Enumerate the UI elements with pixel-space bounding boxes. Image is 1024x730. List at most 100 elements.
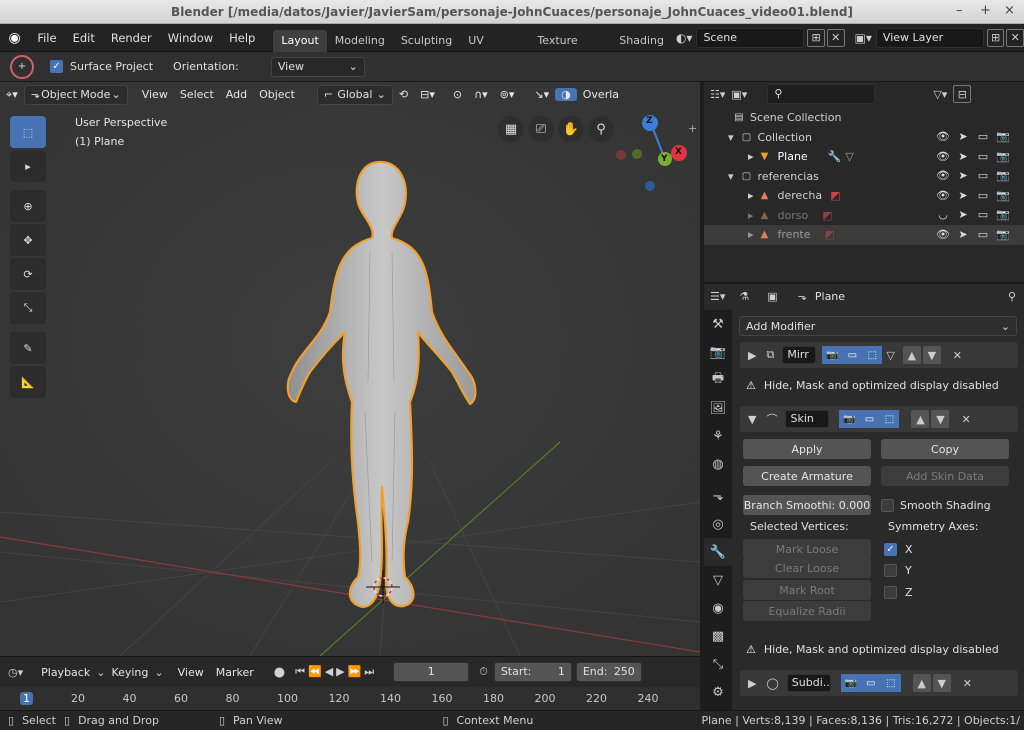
mark-loose-button[interactable]: Mark Loose	[743, 539, 871, 559]
particles-tab-icon[interactable]: ⚙	[704, 678, 732, 706]
symmetry-y-checkbox[interactable]	[884, 563, 897, 577]
object-data-icon[interactable]: ⚗	[739, 290, 749, 303]
eye-icon[interactable]: 👁	[936, 130, 950, 143]
smooth-shading-option[interactable]: Smooth Shading	[881, 495, 991, 515]
current-frame-marker[interactable]: 1	[20, 692, 33, 705]
camera-icon[interactable]: 📷	[996, 130, 1010, 143]
move-tool-button[interactable]: ✥	[10, 224, 46, 256]
annotate-tool-button[interactable]: ✎	[10, 332, 46, 364]
transform-orientation-dropdown[interactable]: ⌐ Global ⌄	[316, 84, 393, 105]
start-frame-field[interactable]: Start: 1	[493, 662, 572, 682]
expand-right-icon[interactable]: ▸	[748, 228, 754, 241]
record-icon[interactable]: ●	[274, 665, 285, 680]
camera-icon[interactable]: 📷	[996, 228, 1010, 241]
select-arrow-icon[interactable]: ➤	[956, 130, 970, 143]
monitor-icon[interactable]: ▭	[976, 208, 990, 221]
add-modifier-dropdown[interactable]: Add Modifier ⌄	[739, 316, 1017, 336]
outliner-type-icon[interactable]: ☷▾	[710, 88, 725, 101]
constraints-tab-icon[interactable]: ⤡	[704, 650, 732, 678]
symmetry-y-option[interactable]: Y	[884, 561, 912, 579]
branch-smoothing-field[interactable]: Branch Smoothi: 0.000	[743, 495, 871, 515]
expand-down-icon[interactable]: ▾	[728, 131, 734, 144]
minimize-button[interactable]: –	[956, 3, 963, 18]
monitor-icon[interactable]: ▭	[976, 169, 990, 182]
select-arrow-icon[interactable]: ➤	[956, 169, 970, 182]
mode-dropdown[interactable]: ⬎ Object Mode ⌄	[23, 84, 128, 105]
overlays-icon[interactable]: ◑	[555, 88, 577, 101]
box-select-button[interactable]: ▸	[10, 150, 46, 182]
rotate-tool-button[interactable]: ⟳	[10, 258, 46, 290]
menu-object[interactable]: Object	[253, 88, 301, 101]
smooth-shading-checkbox[interactable]	[881, 498, 894, 512]
monitor-icon[interactable]: ▭	[976, 150, 990, 163]
properties-type-icon[interactable]: ☰▾	[710, 290, 725, 303]
scene-field[interactable]: Scene	[696, 27, 805, 48]
playback-controls[interactable]: ⏮⏪◀▶⏩⏭	[295, 665, 377, 679]
new-collection-icon[interactable]: ⊟	[953, 85, 972, 103]
render-tab-icon[interactable]: 📷	[704, 338, 732, 366]
scale-tool-button[interactable]: ⤡	[10, 292, 46, 324]
skin-name-field[interactable]: Skin	[785, 410, 830, 428]
overlays-label[interactable]: Overla	[577, 88, 625, 101]
camera-icon[interactable]: 📷	[996, 150, 1010, 163]
modifier-tab-icon[interactable]: 🔧	[704, 538, 732, 566]
select-arrow-icon[interactable]: ➤	[956, 228, 970, 241]
menu-window[interactable]: Window	[160, 31, 221, 45]
move-up-icon[interactable]: ▲	[911, 410, 930, 428]
expand-down-icon[interactable]: ▾	[728, 170, 734, 183]
delete-viewlayer-icon[interactable]: ✕	[1006, 28, 1024, 47]
snap-icon[interactable]: ⊟▾	[414, 88, 441, 101]
menu-add[interactable]: Add	[220, 88, 253, 101]
symmetry-z-option[interactable]: Z	[884, 583, 913, 601]
expand-right-icon[interactable]: ▸	[748, 150, 754, 163]
tab-layout[interactable]: Layout	[273, 29, 327, 52]
menu-view[interactable]: View	[172, 666, 210, 679]
orientation-dropdown[interactable]: View ⌄	[270, 56, 365, 77]
grid-view-icon[interactable]: ▦	[498, 116, 524, 142]
menu-marker[interactable]: Marker	[210, 666, 260, 679]
move-up-icon[interactable]: ▲	[912, 674, 931, 692]
eye-icon[interactable]: ◡	[936, 208, 950, 221]
pin-icon[interactable]: ⚲	[1008, 290, 1016, 303]
monitor-icon[interactable]: ▭	[976, 189, 990, 202]
texture-tab-icon[interactable]: ▩	[704, 622, 732, 650]
3d-viewport[interactable]: Z Y X User Perspective (1) Plane ▦ ⎚ ✋ ⚲…	[0, 82, 700, 656]
move-down-icon[interactable]: ▼	[922, 346, 941, 364]
gizmo-toggle-icon[interactable]: ↘▾	[528, 88, 555, 101]
sidebar-toggle-icon[interactable]: +	[688, 122, 697, 135]
symmetry-x-option[interactable]: ✓ X	[884, 540, 913, 558]
expand-right-icon[interactable]: ▸	[748, 189, 754, 202]
menu-playback[interactable]: Playback	[35, 666, 96, 679]
equalize-radii-button[interactable]: Equalize Radii	[743, 601, 871, 621]
delete-scene-icon[interactable]: ✕	[826, 28, 845, 47]
mark-root-button[interactable]: Mark Root	[743, 580, 871, 600]
expand-down-icon[interactable]: ▼	[748, 413, 756, 426]
expand-right-icon[interactable]: ▶	[748, 349, 756, 362]
new-viewlayer-icon[interactable]: ⊞	[986, 28, 1005, 47]
eye-icon[interactable]: 👁	[936, 169, 950, 182]
eye-icon[interactable]: 👁	[936, 150, 950, 163]
scene-browse-icon[interactable]: ◐▾	[676, 31, 693, 45]
data-tab-icon[interactable]: ▽	[704, 566, 732, 594]
tab-modeling[interactable]: Modeling	[327, 30, 393, 52]
move-up-icon[interactable]: ▲	[902, 346, 921, 364]
symmetry-x-checkbox[interactable]: ✓	[884, 542, 897, 556]
physics-tab-icon[interactable]: ◎	[704, 510, 732, 538]
tab-uv-editing[interactable]: UV Editing	[460, 30, 529, 69]
select-arrow-icon[interactable]: ➤	[956, 208, 970, 221]
pivot-icon[interactable]: ⟲	[393, 88, 414, 101]
tab-texture-paint[interactable]: Texture Paint	[529, 30, 611, 69]
output-tab-icon[interactable]: 🖶	[704, 366, 732, 394]
proportional-icon[interactable]: ⊙	[447, 88, 468, 101]
viewlayer-field[interactable]: View Layer	[875, 27, 984, 48]
cursor-tool-button[interactable]: ⊕	[10, 190, 46, 222]
create-armature-button[interactable]: Create Armature	[743, 466, 871, 486]
mirror-visibility-toggles[interactable]: 📷 ▭ ⬚	[822, 346, 883, 364]
menu-file[interactable]: File	[29, 31, 64, 45]
subdivision-name-field[interactable]: Subdi..	[786, 674, 831, 692]
falloff-icon[interactable]: ∩▾	[468, 88, 494, 101]
move-down-icon[interactable]: ▼	[932, 674, 951, 692]
eye-icon[interactable]: 👁	[936, 228, 950, 241]
clear-loose-button[interactable]: Clear Loose	[743, 558, 871, 578]
skin-modifier-header[interactable]: ▼ ⌒ Skin 📷 ▭ ⬚ ▲ ▼ ✕	[740, 406, 1018, 432]
